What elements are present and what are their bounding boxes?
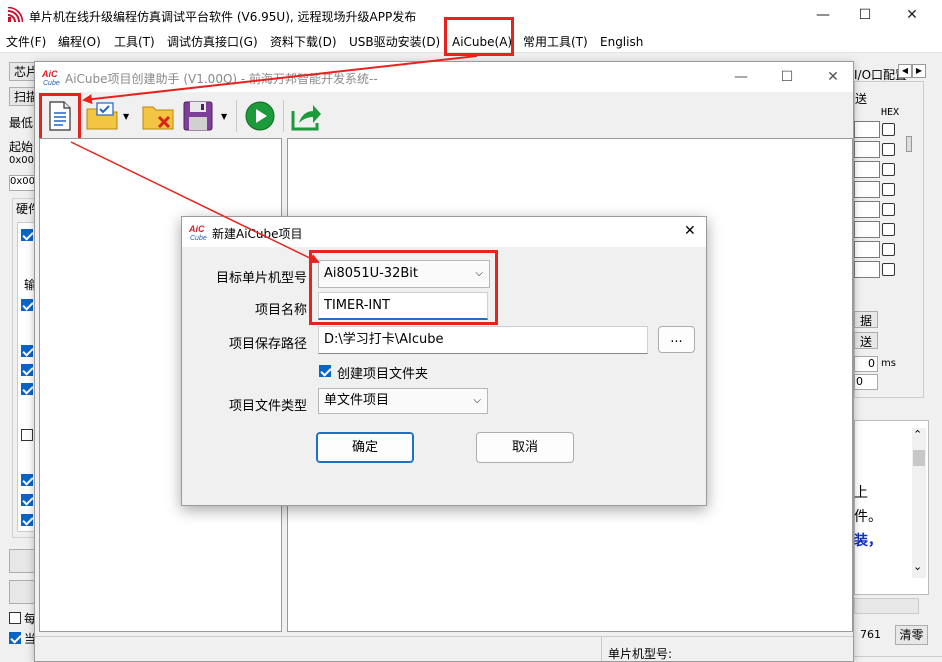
arrow-new-to-dialog	[70, 141, 320, 264]
arrow-menu-to-new	[82, 55, 478, 105]
annotation-arrows	[70, 55, 478, 264]
